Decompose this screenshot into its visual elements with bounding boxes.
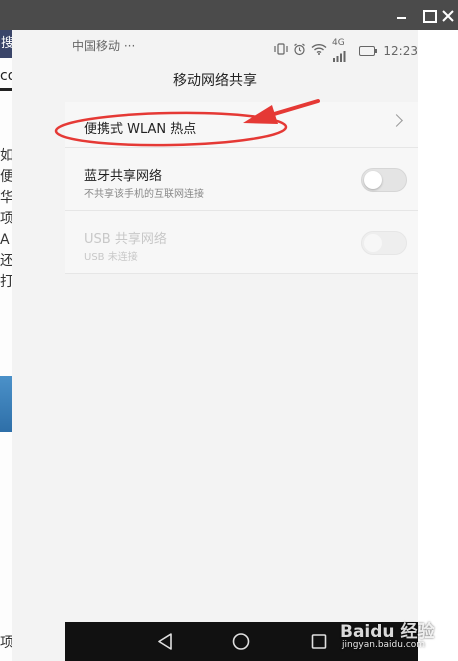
phone-screen: 中国移动 ··· 4G 12:23 移动网络共享 便携式 WLAN 热点 蓝牙共… xyxy=(12,30,418,661)
background-image xyxy=(0,376,12,432)
signal-icon: 4G xyxy=(332,36,354,65)
bluetooth-tethering-item[interactable]: 蓝牙共享网络 不共享该手机的互联网连接 xyxy=(65,148,418,211)
usb-tethering-toggle xyxy=(361,231,407,255)
baidu-watermark: Baidu 经验 xyxy=(340,622,435,642)
close-icon[interactable] xyxy=(438,6,458,26)
back-icon[interactable] xyxy=(135,622,195,661)
background-text-bottom: 项 xyxy=(0,635,12,651)
usb-tethering-label: USB 共享网络 xyxy=(84,232,167,247)
page-title: 移动网络共享 xyxy=(173,73,257,89)
carrier-label: 中国移动 ··· xyxy=(72,39,136,53)
chevron-right-icon xyxy=(390,114,403,127)
settings-list: 便携式 WLAN 热点 蓝牙共享网络 不共享该手机的互联网连接 USB 共享网络… xyxy=(65,102,418,274)
usb-tethering-item: USB 共享网络 USB 未连接 xyxy=(65,211,418,274)
background-tab[interactable]: 搜 xyxy=(0,30,12,58)
minimize-icon[interactable] xyxy=(392,6,412,26)
bluetooth-tethering-toggle[interactable] xyxy=(361,168,407,192)
background-page-right xyxy=(418,30,458,661)
window-titlebar xyxy=(0,0,458,30)
network-type-label: 4G xyxy=(332,38,345,48)
usb-tethering-subtitle: USB 未连接 xyxy=(84,252,138,263)
wlan-hotspot-item[interactable]: 便携式 WLAN 热点 xyxy=(65,102,418,148)
status-bar: 中国移动 ··· 4G 12:23 xyxy=(12,30,418,62)
wifi-icon xyxy=(311,43,327,58)
maximize-icon[interactable] xyxy=(418,6,438,26)
background-page-left: 搜 co 如 便 华 项 A 还 打 项 xyxy=(0,30,12,661)
background-text-column: 如 便 华 项 A 还 打 xyxy=(0,148,12,290)
status-time: 12:23 xyxy=(383,43,418,58)
watermark-url: jingyan.baidu.com xyxy=(342,640,426,650)
alarm-icon xyxy=(293,43,306,59)
home-icon[interactable] xyxy=(211,622,271,661)
vibrate-icon xyxy=(274,43,288,58)
bluetooth-tethering-subtitle: 不共享该手机的互联网连接 xyxy=(84,189,204,200)
wlan-hotspot-label: 便携式 WLAN 热点 xyxy=(84,122,197,137)
background-divider xyxy=(0,88,12,91)
battery-icon xyxy=(359,45,378,56)
status-icons: 4G 12:23 xyxy=(274,36,418,65)
background-text-top: co xyxy=(0,68,12,84)
bluetooth-tethering-label: 蓝牙共享网络 xyxy=(84,169,163,184)
